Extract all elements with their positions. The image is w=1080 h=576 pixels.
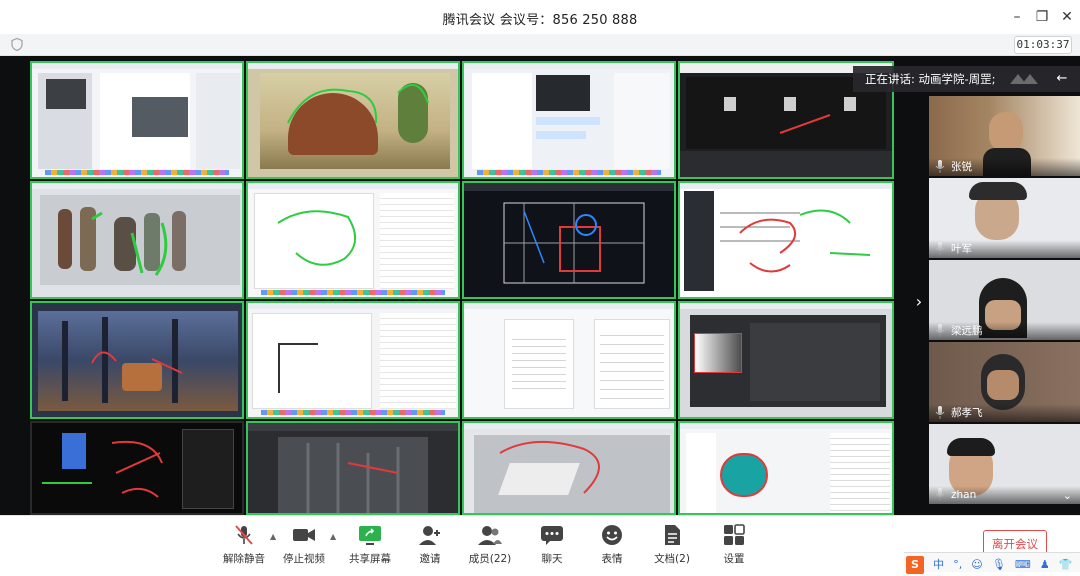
close-icon[interactable]: ✕ (1056, 6, 1078, 28)
invite-button[interactable]: 邀请 (398, 524, 462, 572)
annotation-stroke (287, 84, 429, 124)
emoji-icon (602, 525, 622, 545)
video-tile[interactable] (30, 61, 244, 179)
minimize-icon[interactable]: – (1006, 6, 1028, 28)
video-tile[interactable] (246, 61, 460, 179)
participant-tile[interactable]: 张锐 (929, 96, 1080, 176)
sogou-logo-icon[interactable]: S (906, 556, 924, 574)
mic-muted-icon (235, 525, 253, 545)
chat-icon (541, 526, 563, 545)
chevron-right-icon[interactable]: › (910, 290, 928, 314)
stop-video-button[interactable]: 停止视频 (272, 524, 336, 572)
shield-icon[interactable] (11, 38, 23, 51)
ime-skin-icon[interactable]: 👕 (1059, 555, 1073, 575)
speaking-text: 正在讲话: 动画学院-周罡; (865, 72, 996, 86)
share-screen-icon (359, 526, 381, 545)
participant-tile[interactable]: 叶军 (929, 178, 1080, 258)
members-icon (478, 526, 502, 545)
participant-tile[interactable]: 梁远鹏 (929, 260, 1080, 340)
chat-button[interactable]: 聊天 (520, 524, 584, 572)
ime-voice-icon[interactable]: 🎙 (992, 555, 1006, 575)
video-tile[interactable] (678, 181, 894, 299)
ime-keyboard-icon[interactable]: ⌨ (1015, 555, 1031, 575)
settings-grid-icon (724, 524, 745, 545)
video-tile[interactable] (678, 421, 894, 515)
video-tile[interactable] (462, 301, 676, 419)
ime-language-toggle[interactable]: 中 (933, 555, 944, 575)
participant-name: 张锐 (929, 158, 1080, 176)
members-label: 成员(22) (468, 553, 512, 565)
ime-emoji-icon[interactable]: ☺ (971, 555, 982, 575)
video-grid (30, 61, 894, 515)
meeting-toolbar: 解除静音 ▲ 停止视频 ▲ 共享屏幕 邀请 成员(22) 聊天 表情 文档(2)… (0, 515, 1080, 576)
video-tile[interactable] (30, 421, 244, 515)
participant-name: 梁远鹏 (929, 322, 1080, 340)
share-screen-label: 共享屏幕 (349, 553, 391, 565)
title-bar: 腾讯会议 会议号：856 250 888 – ❐ ✕ (0, 0, 1080, 34)
document-icon (665, 525, 680, 545)
video-tile[interactable] (30, 301, 244, 419)
participant-name: 郝孝飞 (929, 404, 1080, 422)
window-title: 腾讯会议 会议号：856 250 888 (442, 13, 638, 28)
documents-button[interactable]: 文档(2) (640, 524, 704, 572)
arrow-left-icon[interactable]: ← (1052, 66, 1072, 92)
ime-toolbar: S 中 °, ☺ 🎙 ⌨ ♟ 👕 ▦ (904, 552, 1080, 575)
chat-label: 聊天 (541, 553, 563, 565)
video-tile[interactable] (462, 61, 676, 179)
camera-icon (293, 529, 315, 541)
caret-up-icon[interactable]: ▲ (330, 532, 338, 541)
video-stage: 正在讲话: 动画学院-周罡; ← › 张锐 叶军 梁远鹏 郝孝飞 zhan ⌄ (0, 56, 1080, 515)
stop-video-label: 停止视频 (283, 553, 325, 565)
unmute-button[interactable]: 解除静音 (212, 524, 276, 572)
video-tile[interactable] (678, 301, 894, 419)
share-screen-button[interactable]: 共享屏幕 (338, 524, 402, 572)
emoji-label: 表情 (601, 553, 623, 565)
participant-name: 叶军 (929, 240, 1080, 258)
chevron-down-icon[interactable]: ⌄ (1063, 489, 1072, 502)
ime-punctuation-toggle[interactable]: °, (953, 555, 962, 575)
members-button[interactable]: 成员(22) (458, 524, 522, 572)
participant-name: zhan (929, 486, 1080, 504)
video-tile[interactable] (246, 181, 460, 299)
video-tile[interactable] (246, 421, 460, 515)
meeting-timer: 01:03:37 (1014, 36, 1072, 54)
video-tile[interactable] (462, 181, 676, 299)
add-user-icon (419, 526, 440, 545)
participant-tile[interactable]: zhan ⌄ (929, 424, 1080, 504)
restore-icon[interactable]: ❐ (1031, 6, 1053, 28)
video-tile[interactable] (30, 181, 244, 299)
meeting-window: 腾讯会议 会议号：856 250 888 – ❐ ✕ 01:03:37 正在讲话… (0, 0, 1080, 576)
documents-label: 文档(2) (654, 553, 690, 565)
settings-label: 设置 (723, 553, 745, 565)
meeting-logo-icon (1010, 74, 1038, 84)
unmute-label: 解除静音 (223, 553, 265, 565)
settings-button[interactable]: 设置 (702, 524, 766, 572)
ime-user-icon[interactable]: ♟ (1040, 555, 1050, 575)
video-tile[interactable] (462, 421, 676, 515)
speaking-indicator: 正在讲话: 动画学院-周罡; ← (853, 66, 1080, 92)
invite-label: 邀请 (419, 553, 441, 565)
emoji-button[interactable]: 表情 (580, 524, 644, 572)
participant-tile[interactable]: 郝孝飞 (929, 342, 1080, 422)
video-tile[interactable] (246, 301, 460, 419)
info-bar: 01:03:37 (0, 34, 1080, 56)
